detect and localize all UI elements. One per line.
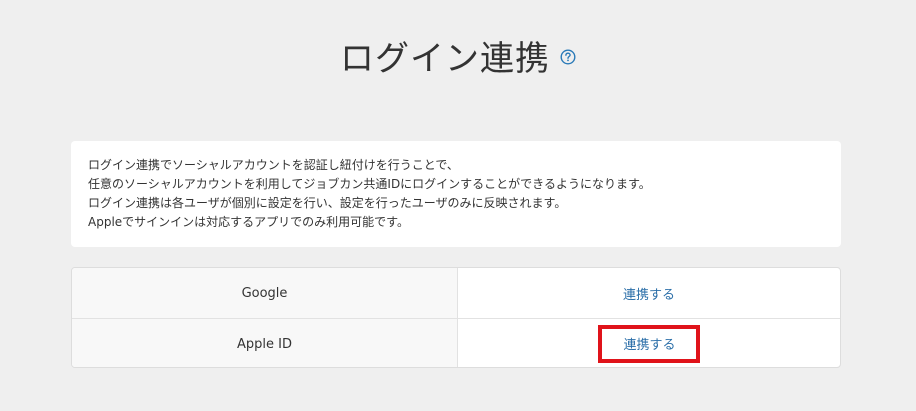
provider-name-google: Google [72, 268, 458, 318]
action-cell: 連携する [458, 319, 840, 367]
link-google-button[interactable]: 連携する [623, 284, 675, 303]
description-line: ログイン連携でソーシャルアカウントを認証し紐付けを行うことで、 [88, 158, 459, 172]
question-circle-icon[interactable] [560, 49, 576, 65]
description-line: Appleでサインインは対応するアプリでのみ利用可能です。 [88, 215, 409, 229]
action-cell: 連携する [458, 268, 840, 318]
provider-name-apple-id: Apple ID [72, 319, 458, 367]
page-header: ログイン連携 [0, 30, 916, 80]
page-title: ログイン連携 [340, 38, 550, 79]
link-apple-id-button[interactable]: 連携する [598, 325, 700, 363]
table-row: Google 連携する [72, 268, 840, 318]
table-row: Apple ID 連携する [72, 318, 840, 367]
description-line: ログイン連携は各ユーザが個別に設定を行い、設定を行ったユーザのみに反映されます。 [88, 196, 567, 210]
description-card: ログイン連携でソーシャルアカウントを認証し紐付けを行うことで、 任意のソーシャル… [71, 141, 841, 247]
description-line: 任意のソーシャルアカウントを利用してジョブカン共通IDにログインすることができる… [88, 177, 651, 191]
login-link-table: Google 連携する Apple ID 連携する [71, 267, 841, 368]
